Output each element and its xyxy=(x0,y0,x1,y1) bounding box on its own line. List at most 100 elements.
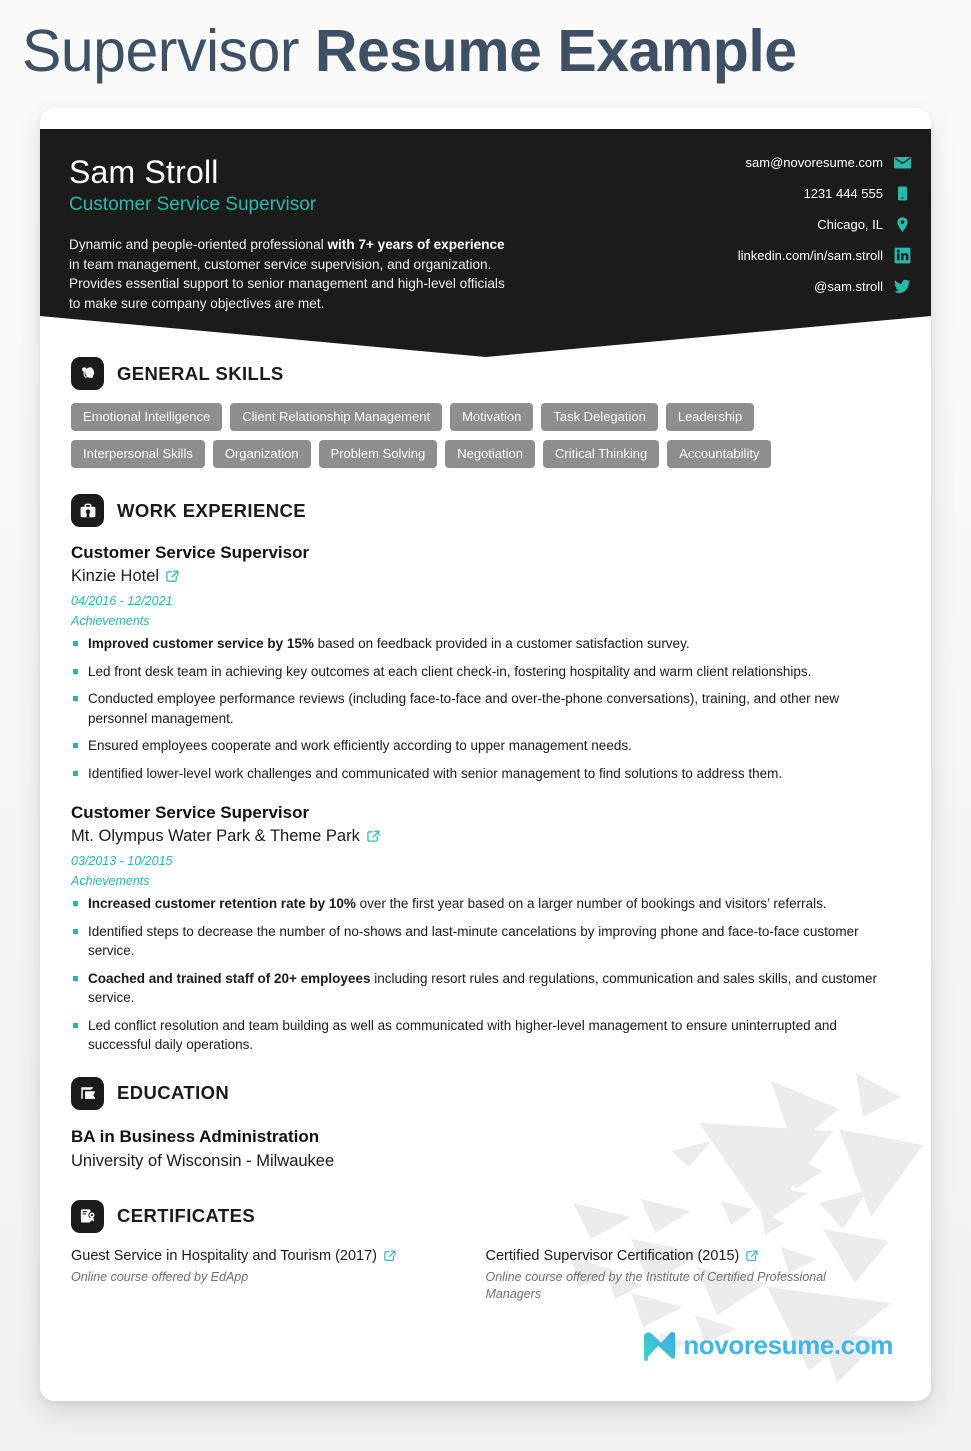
job-bullet: Led conflict resolution and team buildin… xyxy=(71,1016,900,1055)
skill-tag[interactable]: Client Relationship Management xyxy=(230,403,443,431)
skills-tag-list: Emotional Intelligence Client Relationsh… xyxy=(71,403,866,468)
skill-tag[interactable]: Motivation xyxy=(450,403,534,431)
section-title-skills: GENERAL SKILLS xyxy=(117,362,284,384)
job-company-name: Kinzie Hotel xyxy=(71,567,160,585)
certificate-description: Online course offered by EdApp xyxy=(71,1269,249,1284)
job-company-name: Mt. Olympus Water Park & Theme Park xyxy=(71,827,360,845)
bullet-text: Identified lower-level work challenges a… xyxy=(88,765,783,781)
skill-tag[interactable]: Task Delegation xyxy=(541,403,658,431)
linkedin-icon xyxy=(893,246,912,265)
job-bullet: Identified steps to decrease the number … xyxy=(71,922,900,961)
job-dates: 03/2013 - 10/2015 xyxy=(71,854,173,868)
certificate-icon xyxy=(71,1199,104,1233)
summary-part-2: in team management, customer service sup… xyxy=(69,256,505,311)
certificate-item: Guest Service in Hospitality and Tourism… xyxy=(71,1246,486,1303)
education-degree: BA in Business Administration xyxy=(71,1126,320,1146)
resume-body: GENERAL SKILLS Emotional Intelligence Cl… xyxy=(40,357,931,1303)
novoresume-wordmark: novoresume.com xyxy=(683,1330,893,1360)
skill-tag[interactable]: Organization xyxy=(212,440,311,468)
skill-tag[interactable]: Problem Solving xyxy=(318,440,438,468)
achievements-label: Achievements xyxy=(71,874,150,888)
job-bullet: Improved customer service by 15% based o… xyxy=(71,634,900,654)
skill-tag[interactable]: Interpersonal Skills xyxy=(71,440,205,468)
page-title: Supervisor Resume Example xyxy=(22,14,797,88)
external-link-icon[interactable] xyxy=(166,570,179,583)
contact-email[interactable]: sam@novoresume.com xyxy=(746,151,912,173)
skill-tag[interactable]: Leadership xyxy=(665,403,755,431)
achievements-label: Achievements xyxy=(71,614,150,628)
graduation-cap-icon xyxy=(71,1076,104,1110)
certificate-description: Online course offered by the Institute o… xyxy=(485,1269,826,1301)
bullet-text: based on feedback provided in a customer… xyxy=(313,636,690,651)
bullet-highlight: Increased customer retention rate by 10% xyxy=(88,896,356,911)
skill-tag[interactable]: Emotional Intelligence xyxy=(71,403,223,431)
resume-card: Sam Stroll Customer Service Supervisor D… xyxy=(40,108,931,1401)
job-title: Customer Service Supervisor xyxy=(71,803,310,822)
contact-phone-text: 1231 444 555 xyxy=(803,185,883,201)
candidate-name: Sam Stroll xyxy=(69,154,219,190)
job-bullet-list: Improved customer service by 15% based o… xyxy=(71,634,900,783)
job-company: Mt. Olympus Water Park & Theme Park xyxy=(71,824,900,849)
certificates-grid: Guest Service in Hospitality and Tourism… xyxy=(71,1246,900,1303)
external-link-icon[interactable] xyxy=(384,1249,396,1262)
resume-page: Supervisor Resume Example Sam Stroll Cus… xyxy=(0,0,971,1451)
location-pin-icon xyxy=(893,215,912,234)
page-title-light: Supervisor xyxy=(22,18,315,84)
contact-location[interactable]: Chicago, IL xyxy=(817,213,912,235)
section-education: EDUCATION BA in Business Administration … xyxy=(71,1076,900,1174)
section-title-certificates: CERTIFICATES xyxy=(117,1205,256,1226)
section-title-work: WORK EXPERIENCE xyxy=(117,499,306,521)
job-bullet: Identified lower-level work challenges a… xyxy=(71,764,900,784)
summary-part-1: Dynamic and people-oriented professional xyxy=(69,237,328,252)
bullet-highlight: Coached and trained staff of 20+ employe… xyxy=(88,970,371,986)
resume-header-banner: Sam Stroll Customer Service Supervisor D… xyxy=(40,129,931,357)
section-title-education: EDUCATION xyxy=(117,1082,230,1103)
bullet-text: Conducted employee performance reviews (… xyxy=(88,691,840,726)
novoresume-mark-icon xyxy=(644,1331,676,1361)
certificate-item: Certified Supervisor Certification (2015… xyxy=(486,1246,901,1303)
bullet-text: Ensured employees cooperate and work eff… xyxy=(88,738,632,753)
candidate-role: Customer Service Supervisor xyxy=(69,194,317,215)
job-bullet: Coached and trained staff of 20+ employe… xyxy=(71,969,900,1008)
job-bullet: Increased customer retention rate by 10%… xyxy=(71,894,900,914)
section-general-skills: GENERAL SKILLS Emotional Intelligence Cl… xyxy=(71,357,900,468)
contact-twitter[interactable]: @sam.stroll xyxy=(814,275,912,297)
contact-twitter-text: @sam.stroll xyxy=(814,278,883,294)
skill-tag[interactable]: Critical Thinking xyxy=(542,440,660,468)
certificate-name-row: Certified Supervisor Certification (2015… xyxy=(486,1246,877,1266)
job-bullet: Conducted employee performance reviews (… xyxy=(71,689,900,728)
candidate-summary: Dynamic and people-oriented professional… xyxy=(69,235,517,313)
work-entry: Customer Service Supervisor Mt. Olympus … xyxy=(71,801,900,1055)
head-skills-icon xyxy=(71,357,104,390)
skill-tag[interactable]: Negotiation xyxy=(445,440,535,468)
contact-linkedin-text: linkedin.com/in/sam.stroll xyxy=(737,247,883,263)
phone-icon xyxy=(893,184,912,203)
certificate-name: Guest Service in Hospitality and Tourism… xyxy=(71,1247,377,1264)
section-header-skills: GENERAL SKILLS xyxy=(71,357,900,390)
education-school: University of Wisconsin - Milwaukee xyxy=(71,1151,335,1170)
external-link-icon[interactable] xyxy=(746,1249,758,1262)
bullet-text: over the first year based on a larger nu… xyxy=(355,896,827,911)
bullet-text: Led conflict resolution and team buildin… xyxy=(88,1017,837,1053)
novoresume-logo[interactable]: novoresume.com xyxy=(644,1330,893,1361)
certificate-name: Certified Supervisor Certification (2015… xyxy=(485,1247,740,1264)
job-company: Kinzie Hotel xyxy=(71,564,900,589)
contact-location-text: Chicago, IL xyxy=(817,216,883,232)
email-icon xyxy=(893,153,912,172)
external-link-icon[interactable] xyxy=(367,830,380,843)
job-bullet: Ensured employees cooperate and work eff… xyxy=(71,736,900,756)
section-header-certificates: CERTIFICATES xyxy=(71,1199,900,1233)
contact-linkedin[interactable]: linkedin.com/in/sam.stroll xyxy=(738,244,912,266)
page-title-bold: Resume Example xyxy=(314,18,797,84)
summary-highlight: with 7+ years of experience xyxy=(327,237,505,252)
bullet-text: Led front desk team in achieving key out… xyxy=(88,663,812,679)
skill-tag[interactable]: Accountability xyxy=(667,440,772,468)
bullet-highlight: Improved customer service by 15% xyxy=(88,636,314,651)
section-work-experience: WORK EXPERIENCE Customer Service Supervi… xyxy=(71,494,900,1055)
briefcase-icon xyxy=(71,494,104,527)
contact-list: sam@novoresume.com 1231 444 555 Chicago,… xyxy=(592,151,912,297)
contact-phone[interactable]: 1231 444 555 xyxy=(803,182,912,204)
job-dates: 04/2016 - 12/2021 xyxy=(71,594,173,608)
section-header-education: EDUCATION xyxy=(71,1076,900,1110)
section-certificates: CERTIFICATES Guest Service in Hospitalit… xyxy=(71,1199,900,1303)
